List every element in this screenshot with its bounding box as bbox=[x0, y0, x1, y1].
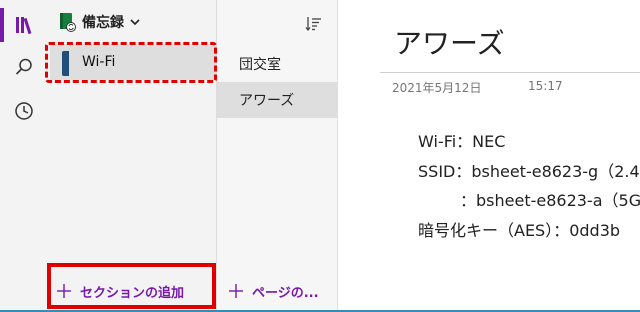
add-page-label: ページの... bbox=[252, 285, 319, 301]
page-item[interactable]: 団交室 bbox=[217, 46, 337, 82]
note-line[interactable]: ：bsheet-e8623-a（5G bbox=[460, 187, 640, 211]
plus-icon bbox=[229, 284, 243, 298]
note-time: 15:17 bbox=[528, 79, 563, 93]
add-page-button[interactable]: ページの... bbox=[228, 279, 319, 303]
section-highlight-annotation bbox=[45, 42, 217, 83]
library-icon bbox=[16, 17, 32, 35]
page-item-selected[interactable]: アワーズ bbox=[217, 82, 337, 118]
sort-pages-button[interactable] bbox=[302, 12, 326, 36]
search-icon bbox=[15, 58, 32, 75]
recent-notes-button[interactable] bbox=[8, 95, 40, 127]
page-item-label: アワーズ bbox=[239, 93, 295, 109]
title-divider bbox=[380, 72, 640, 73]
note-date: 2021年5月12日 bbox=[392, 81, 482, 95]
clock-icon bbox=[15, 102, 33, 120]
search-button[interactable] bbox=[8, 51, 40, 83]
chevron-down-icon bbox=[130, 19, 140, 26]
add-section-highlight-annotation bbox=[47, 263, 216, 309]
notebook-sync-icon bbox=[60, 13, 76, 32]
note-line[interactable]: Wi-Fi：NEC bbox=[418, 128, 505, 152]
rail-selection-indicator bbox=[0, 8, 4, 42]
note-line[interactable]: 暗号化キー（AES）：0dd3b bbox=[418, 217, 620, 241]
sort-icon bbox=[305, 17, 321, 32]
notebook-selector[interactable]: 備忘録 bbox=[58, 10, 140, 34]
notebooks-button[interactable] bbox=[8, 9, 40, 41]
notebook-title: 備忘録 bbox=[82, 15, 124, 31]
note-line[interactable]: SSID：bsheet-e8623-g（2.4 bbox=[418, 158, 640, 182]
page-item-label: 団交室 bbox=[239, 57, 281, 73]
page-title[interactable]: アワーズ bbox=[394, 22, 505, 62]
navigation-rail bbox=[0, 0, 49, 312]
